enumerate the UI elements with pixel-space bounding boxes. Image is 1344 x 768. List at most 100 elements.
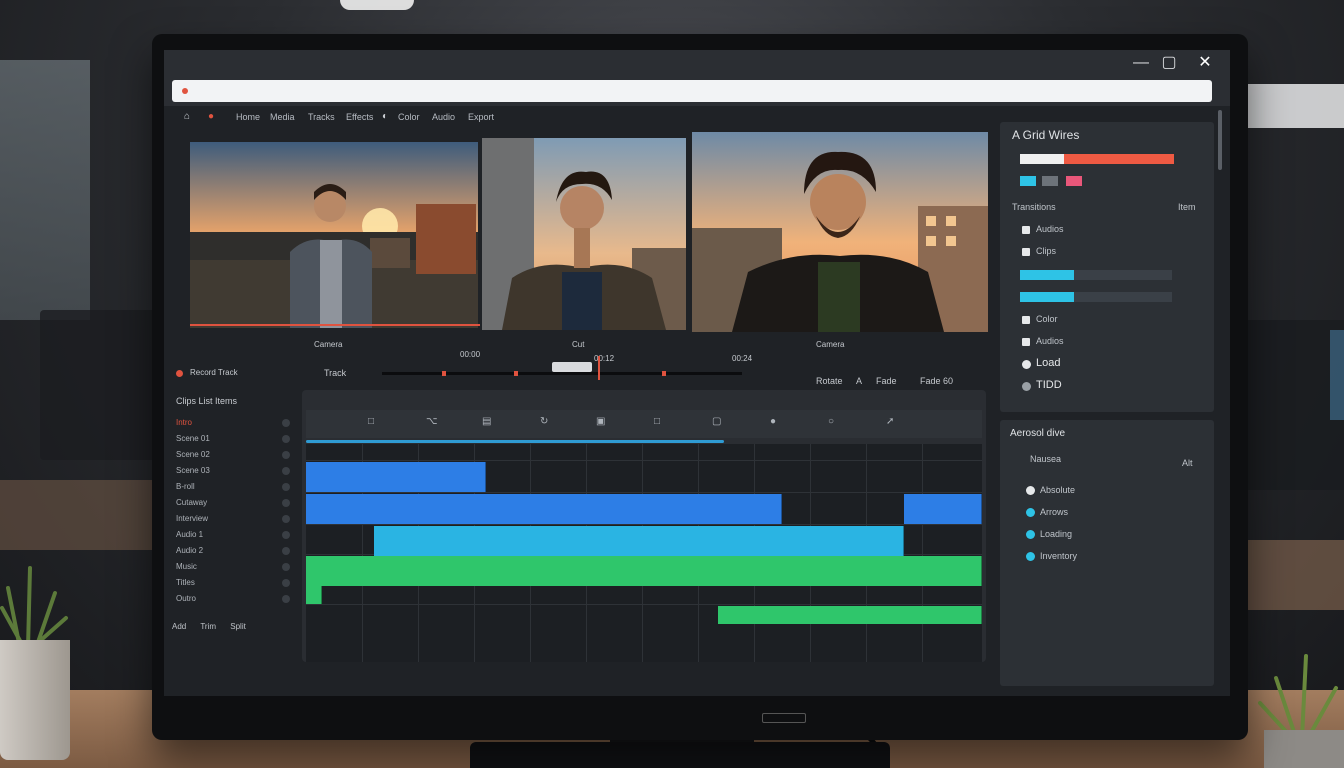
rotate-button[interactable]: Rotate bbox=[816, 376, 843, 386]
scrubber-handle[interactable] bbox=[552, 362, 592, 372]
split-button[interactable]: Split bbox=[230, 622, 246, 631]
clips-list-item[interactable]: Audio 2 bbox=[176, 544, 294, 558]
cursor-icon[interactable]: ➚ bbox=[886, 416, 894, 427]
visibility-toggle-icon[interactable] bbox=[282, 515, 290, 523]
clips-list-item[interactable]: Audio 1 bbox=[176, 528, 294, 542]
clips-list-item[interactable]: Cutaway bbox=[176, 496, 294, 510]
slider-track-2[interactable] bbox=[1074, 292, 1172, 302]
visibility-toggle-icon[interactable] bbox=[282, 563, 290, 571]
clips-list-item[interactable]: Outro bbox=[176, 592, 294, 606]
clips-list-item-label: Audio 2 bbox=[176, 546, 204, 555]
clips-list-item[interactable]: Scene 01 bbox=[176, 432, 294, 446]
fade-60-button[interactable]: Fade 60 bbox=[920, 376, 953, 386]
menu-tracks[interactable]: Tracks bbox=[308, 112, 335, 122]
scrubber-marker[interactable] bbox=[442, 371, 446, 376]
color-wheel-icon[interactable]: ◐ bbox=[382, 111, 394, 123]
scrubber-marker[interactable] bbox=[662, 371, 666, 376]
visibility-toggle-icon[interactable] bbox=[282, 451, 290, 459]
checkbox[interactable] bbox=[1022, 226, 1030, 234]
radio-button[interactable] bbox=[1026, 552, 1035, 561]
trim-button[interactable]: Trim bbox=[200, 622, 216, 631]
visibility-toggle-icon[interactable] bbox=[282, 579, 290, 587]
visibility-toggle-icon[interactable] bbox=[282, 531, 290, 539]
record-dot-icon bbox=[182, 88, 188, 94]
clips-list-item[interactable]: Music bbox=[176, 560, 294, 574]
scrollbar[interactable] bbox=[1218, 110, 1222, 170]
checkbox[interactable] bbox=[1022, 338, 1030, 346]
slider-track-1[interactable] bbox=[1074, 270, 1172, 280]
menu-media[interactable]: Media bbox=[270, 112, 295, 122]
visibility-toggle-icon[interactable] bbox=[282, 483, 290, 491]
title-bar: — ▢ ✕ bbox=[164, 50, 1230, 106]
a-button[interactable]: A bbox=[856, 376, 862, 386]
dot-icon[interactable]: ● bbox=[770, 416, 776, 427]
record-icon[interactable]: ● bbox=[208, 111, 220, 123]
menu-color[interactable]: Color bbox=[398, 112, 420, 122]
record-indicator-icon bbox=[176, 370, 183, 377]
visibility-toggle-icon[interactable] bbox=[282, 547, 290, 555]
timeline-clip[interactable] bbox=[306, 494, 782, 524]
close-button[interactable]: ✕ bbox=[1194, 52, 1216, 74]
radio-button[interactable] bbox=[1026, 486, 1035, 495]
circle-icon[interactable]: ○ bbox=[828, 416, 834, 427]
radio-button[interactable] bbox=[1026, 530, 1035, 539]
clip-icon[interactable]: □ bbox=[368, 416, 374, 427]
effects-header-item: Nausea bbox=[1030, 454, 1062, 464]
timeline-clip[interactable] bbox=[904, 494, 982, 524]
preview-camera-1[interactable] bbox=[190, 142, 478, 328]
timeline-clip[interactable] bbox=[306, 462, 486, 492]
visibility-toggle-icon[interactable] bbox=[282, 595, 290, 603]
frame-icon[interactable]: □ bbox=[654, 416, 660, 427]
radio-button[interactable] bbox=[1026, 508, 1035, 517]
box-icon[interactable]: ▢ bbox=[712, 416, 721, 427]
slider-teal-1[interactable] bbox=[1020, 270, 1074, 280]
clips-list-item[interactable]: Interview bbox=[176, 512, 294, 526]
properties-title: A Grid Wires bbox=[1012, 128, 1080, 142]
timeline-clip[interactable] bbox=[306, 586, 322, 604]
checkbox[interactable] bbox=[1022, 316, 1030, 324]
color-bar-white[interactable] bbox=[1020, 154, 1064, 164]
clips-list-item[interactable]: Scene 03 bbox=[176, 464, 294, 478]
swatch-teal[interactable] bbox=[1020, 176, 1036, 186]
radio-button[interactable] bbox=[1022, 360, 1031, 369]
maximize-button[interactable]: ▢ bbox=[1158, 52, 1180, 74]
visibility-toggle-icon[interactable] bbox=[282, 499, 290, 507]
slider-teal-2[interactable] bbox=[1020, 292, 1074, 302]
crop-icon[interactable]: ▣ bbox=[596, 416, 605, 427]
visibility-toggle-icon[interactable] bbox=[282, 467, 290, 475]
fade-button[interactable]: Fade bbox=[876, 376, 897, 386]
timeline-clip[interactable] bbox=[306, 556, 982, 586]
clips-list-item[interactable]: Intro bbox=[176, 416, 294, 430]
playhead[interactable] bbox=[598, 356, 600, 380]
timecode-3: 00:24 bbox=[732, 354, 753, 363]
radio-button[interactable] bbox=[1022, 382, 1031, 391]
preview-camera-3[interactable] bbox=[692, 132, 988, 332]
address-bar[interactable] bbox=[172, 80, 1212, 102]
screen: — ▢ ✕ ⌂ ● Home Media Tracks Effects ◐ Co… bbox=[164, 50, 1230, 696]
link-icon[interactable]: ↻ bbox=[540, 416, 548, 427]
add-button[interactable]: Add bbox=[172, 622, 186, 631]
scrubber-marker[interactable] bbox=[514, 371, 518, 376]
clips-list-item[interactable]: B-roll bbox=[176, 480, 294, 494]
timeline-clip[interactable] bbox=[374, 526, 904, 556]
checkbox[interactable] bbox=[1022, 248, 1030, 256]
clips-list-item[interactable]: Titles bbox=[176, 576, 294, 590]
visibility-toggle-icon[interactable] bbox=[282, 435, 290, 443]
color-bar-red[interactable] bbox=[1064, 154, 1174, 164]
layer-icon[interactable]: ▤ bbox=[482, 416, 491, 427]
swatch-magenta[interactable] bbox=[1066, 176, 1082, 186]
scrubber-track[interactable] bbox=[382, 372, 742, 375]
swatch-gray[interactable] bbox=[1042, 176, 1058, 186]
property-item: Audios bbox=[1036, 224, 1064, 234]
preview-camera-2[interactable] bbox=[482, 138, 686, 330]
clips-list-item[interactable]: Scene 02 bbox=[176, 448, 294, 462]
home-icon[interactable]: ⌂ bbox=[184, 111, 196, 123]
timeline-clip[interactable] bbox=[718, 606, 982, 624]
visibility-toggle-icon[interactable] bbox=[282, 419, 290, 427]
menu-audio[interactable]: Audio bbox=[432, 112, 455, 122]
cut-icon[interactable]: ⌥ bbox=[426, 416, 438, 427]
menu-effects[interactable]: Effects bbox=[346, 112, 373, 122]
minimize-button[interactable]: — bbox=[1130, 52, 1152, 74]
menu-home[interactable]: Home bbox=[236, 112, 260, 122]
menu-export[interactable]: Export bbox=[468, 112, 494, 122]
